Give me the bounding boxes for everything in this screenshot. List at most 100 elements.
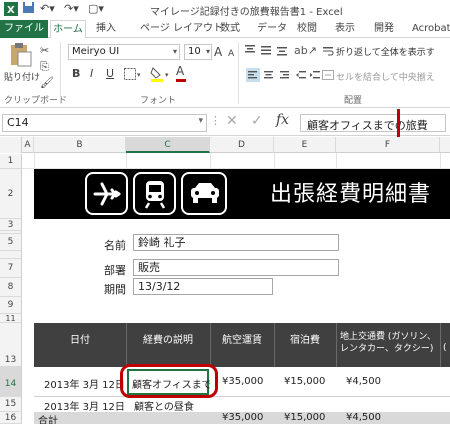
column-header-g[interactable] [440, 137, 450, 153]
row-header[interactable]: 8 [0, 278, 22, 297]
font-color-letter: A [176, 64, 185, 78]
period-label: 期間 [104, 283, 126, 296]
row-header[interactable]: 5 [0, 234, 22, 251]
copy-icon[interactable]: ⎘ [40, 60, 49, 74]
orientation-icon[interactable]: ab↗ [294, 44, 317, 57]
insert-function-button[interactable]: fx [276, 112, 289, 128]
clipboard-group-label: クリップボード [4, 96, 68, 106]
merge-center-icon[interactable] [322, 70, 334, 83]
period-field[interactable]: 13/3/12 [133, 278, 273, 295]
row-header[interactable]: 2 [0, 169, 22, 219]
paste-button[interactable]: 貼り付け [4, 70, 40, 83]
align-center-icon[interactable] [264, 70, 274, 83]
row-header-active[interactable]: 14 [0, 367, 22, 397]
fill-color-icon[interactable]: ▾ [150, 66, 172, 85]
row-header[interactable] [0, 251, 22, 259]
row-header[interactable]: 9 [0, 297, 22, 314]
row-header[interactable]: 3 [0, 219, 22, 231]
chevron-down-icon: ▾ [198, 116, 203, 126]
row-header[interactable]: 13 [0, 323, 22, 367]
save-icon[interactable] [22, 1, 35, 17]
car-icon [191, 183, 219, 203]
shrink-font-button[interactable]: A [228, 46, 234, 62]
enter-icon[interactable]: ✓ [251, 113, 263, 129]
tab-data[interactable]: データ [257, 20, 287, 38]
column-header-f[interactable]: F [336, 137, 440, 153]
font-size-combo[interactable]: 10 ▾ [184, 44, 212, 60]
cancel-icon[interactable]: ✕ [226, 113, 238, 129]
formula-input[interactable]: 顧客オフィスまでの旅費 [300, 114, 446, 132]
column-header-c[interactable]: C [126, 137, 210, 153]
grow-font-button[interactable]: A [214, 44, 222, 60]
cut-icon[interactable]: ✂ [40, 44, 49, 57]
row-header[interactable]: 15 [0, 397, 22, 412]
wrap-text-button[interactable]: 折り返して全体を表示す [336, 45, 435, 58]
grid-line [126, 153, 127, 168]
row2-description[interactable]: 顧客との昼食 [134, 398, 194, 413]
department-field[interactable]: 販売 [133, 259, 339, 276]
header-airfare: 航空運賃 [222, 335, 262, 346]
banner-title: 出張経費明細書 [270, 182, 432, 207]
new-file-icon[interactable]: ▢▾ [88, 2, 104, 15]
row1-ground[interactable]: ¥4,500 [346, 376, 381, 387]
wrap-text-icon[interactable] [322, 45, 334, 60]
font-color-icon[interactable]: A [176, 64, 186, 82]
name-field[interactable]: 鈴崎 礼子 [133, 234, 339, 251]
row-header[interactable]: 1 [0, 154, 22, 169]
decrease-indent-icon[interactable] [296, 70, 306, 83]
row-header[interactable]: 11 [0, 314, 22, 323]
tab-developer[interactable]: 開発 [374, 20, 394, 38]
select-all-corner[interactable] [0, 137, 22, 153]
column-header-a[interactable]: A [22, 137, 34, 153]
format-painter-icon[interactable]: 🖌 [40, 76, 54, 89]
borders-icon[interactable]: ▾ [124, 68, 144, 83]
header-divider [210, 323, 211, 367]
increase-indent-icon[interactable] [310, 70, 320, 83]
italic-button[interactable]: I [90, 66, 93, 82]
tab-acrobat[interactable]: Acrobat [412, 20, 450, 38]
grid-line [336, 153, 337, 168]
alignment-group-label: 配置 [344, 96, 363, 106]
column-header-e[interactable]: E [274, 137, 336, 153]
column-header-d[interactable]: D [210, 137, 274, 153]
underline-button[interactable]: U [106, 66, 114, 82]
total-lodging: ¥15,000 [284, 412, 326, 423]
total-airfare: ¥35,000 [222, 412, 264, 423]
align-top-icon[interactable] [244, 44, 256, 59]
tab-view[interactable]: 表示 [335, 20, 355, 38]
font-name-combo[interactable]: Meiryo UI ▾ [68, 44, 180, 60]
name-box[interactable]: C14 ▾ [2, 114, 207, 132]
paste-icon[interactable] [8, 42, 34, 71]
tab-page-layout[interactable]: ページ レイアウト [140, 20, 223, 38]
tab-review[interactable]: 校閲 [297, 20, 317, 38]
merge-center-button[interactable]: セルを結合して中央揃え [336, 70, 435, 83]
grid-line [210, 153, 211, 168]
tab-formulas[interactable]: 数式 [220, 20, 240, 38]
bold-button[interactable]: B [72, 66, 80, 82]
header-divider [274, 323, 275, 367]
row-header[interactable]: 16 [0, 412, 22, 424]
department-label: 部署 [104, 264, 126, 277]
chevron-down-icon: ▾ [172, 47, 177, 56]
row1-airfare[interactable]: ¥35,000 [222, 376, 263, 387]
align-bottom-icon[interactable] [276, 44, 288, 59]
row2-date[interactable]: 2013年 3月 12日 [44, 398, 125, 413]
redo-icon[interactable]: ↷▾ [64, 2, 79, 15]
grid-line [34, 153, 35, 168]
column-header-b[interactable]: B [34, 137, 126, 153]
undo-icon[interactable]: ↶▾ [40, 2, 55, 15]
row1-date[interactable]: 2013年 3月 12日 [44, 376, 125, 391]
chevron-down-icon: ▾ [205, 47, 210, 56]
header-lodging: 宿泊費 [290, 335, 320, 346]
tab-file[interactable]: ファイル [0, 20, 48, 38]
row1-lodging[interactable]: ¥15,000 [284, 376, 325, 387]
align-middle-icon[interactable] [260, 44, 272, 59]
ribbon-divider [238, 42, 239, 104]
tab-insert[interactable]: 挿入 [96, 20, 116, 38]
name-box-value: C14 [7, 116, 29, 129]
font-name-value: Meiryo UI [72, 46, 120, 57]
row-header[interactable]: 7 [0, 259, 22, 278]
tab-home[interactable]: ホーム [50, 20, 86, 40]
header-ground-transport: 地上交通費 (ガソリン、レンタカー、タクシー) [340, 332, 436, 354]
align-right-icon[interactable] [280, 70, 290, 83]
